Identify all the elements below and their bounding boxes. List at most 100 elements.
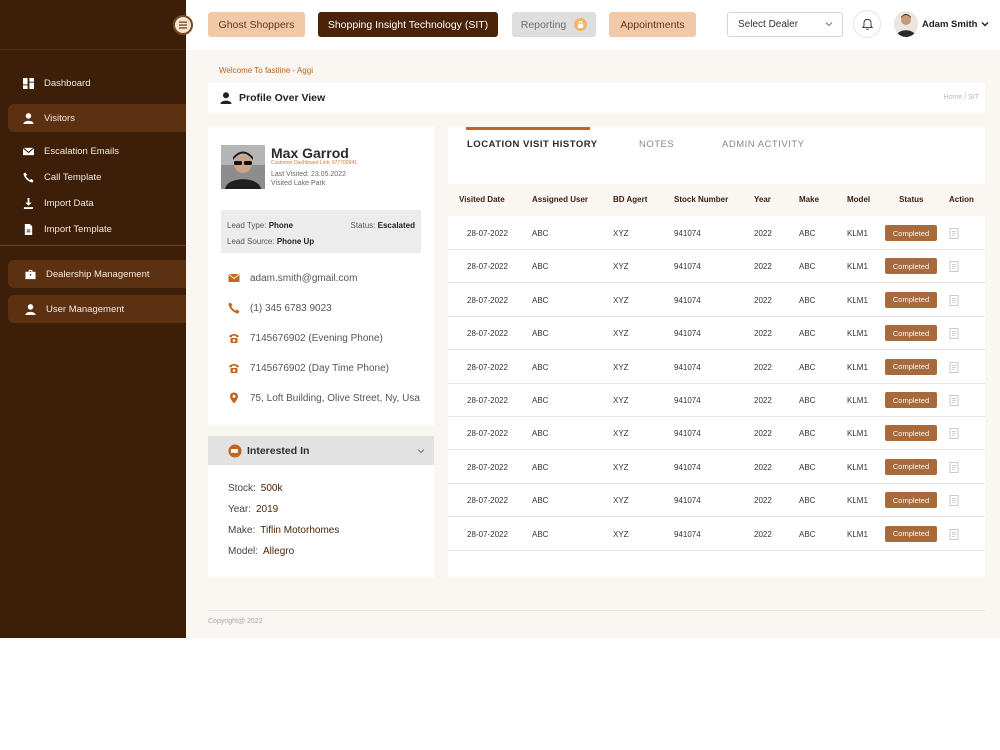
table-cell: 941074 [674, 362, 701, 372]
table-cell: ABC [532, 462, 549, 472]
tab-admin-activity[interactable]: ADMIN ACTIVITY [722, 139, 804, 150]
column-header: Action [949, 195, 974, 204]
table-cell: KLM1 [847, 396, 868, 405]
top-bar: Ghost Shoppers Shopping Insight Technolo… [186, 0, 1000, 50]
table-row: 28-07-2022 ABC XYZ 941074 2022 ABC KLM1 Complet… [448, 250, 985, 284]
table-cell: 28-07-2022 [467, 262, 508, 272]
sidebar-item-import-data[interactable]: Import Data [8, 190, 186, 216]
view-details-icon[interactable] [949, 528, 960, 540]
lead-info-box: Lead Type: Phone Status: Escalated Lead … [221, 210, 421, 253]
last-visited: Last Visited: 23.05.2022 [271, 171, 346, 178]
person-icon [220, 92, 232, 104]
breadcrumb[interactable]: Home / SIT [944, 94, 979, 101]
reporting-button[interactable]: Reporting [512, 12, 596, 37]
telephone-icon [227, 331, 241, 345]
status-badge: Completed [885, 392, 937, 408]
table-cell: KLM1 [847, 529, 868, 539]
table-row: 28-07-2022 ABC XYZ 941074 2022 ABC KLM1 Complet… [448, 417, 985, 451]
table-cell: 28-07-2022 [467, 462, 508, 472]
column-header: Assigned User [532, 195, 589, 204]
ghost-shoppers-button[interactable]: Ghost Shoppers [208, 12, 305, 37]
mail-icon [22, 145, 34, 157]
view-details-icon[interactable] [949, 495, 960, 507]
table-cell: 941074 [674, 229, 701, 238]
table-cell: ABC [532, 496, 549, 506]
visited-location: Visited Lake Park [271, 180, 326, 187]
sidebar-item-dealership-management[interactable]: Dealership Management [8, 260, 186, 288]
table-cell: KLM1 [847, 496, 868, 506]
status-badge: Completed [885, 458, 937, 475]
rv-icon [228, 444, 242, 457]
menu-toggle-button[interactable] [173, 15, 193, 35]
table-cell: ABC [532, 329, 549, 339]
table-row: 28-07-2022 ABC XYZ 941074 2022 ABC KLM1 Complet… [448, 317, 985, 351]
sidebar-item-visitors[interactable]: Visitors [8, 104, 186, 132]
table-cell: ABC [799, 362, 816, 372]
contact-phone: (1) 345 6783 9023 [227, 301, 332, 315]
sidebar-item-call-template[interactable]: Call Template [8, 164, 186, 190]
table-cell: KLM1 [847, 362, 868, 372]
customer-dashboard-link[interactable]: Customer Dashboard Link: 977700941 [271, 160, 357, 166]
user-menu[interactable]: Adam Smith [894, 11, 989, 37]
sidebar-nav: Dashboard Visitors Escalation Emails Cal… [0, 70, 186, 242]
table-cell: 28-07-2022 [467, 329, 508, 339]
view-details-icon[interactable] [949, 261, 960, 273]
interested-in-header[interactable]: Interested In [208, 436, 434, 465]
table-cell: XYZ [613, 262, 629, 272]
view-details-icon[interactable] [949, 428, 960, 440]
sidebar-item-escalation-emails[interactable]: Escalation Emails [8, 138, 186, 164]
table-cell: 941074 [674, 329, 701, 339]
visit-history-card: LOCATION VISIT HISTORY NOTES ADMIN ACTIV… [448, 127, 985, 577]
tab-bar: LOCATION VISIT HISTORY NOTES ADMIN ACTIV… [448, 127, 985, 167]
status-badge: Completed [885, 225, 937, 241]
column-header: Status [899, 195, 924, 204]
briefcase-icon [24, 268, 36, 280]
column-header: Stock Number [674, 195, 729, 204]
interest-make: Make: Tiflin Motorhomes [228, 525, 340, 536]
table-cell: 2022 [754, 496, 772, 506]
view-details-icon[interactable] [949, 361, 960, 373]
interest-year: Year: 2019 [228, 504, 279, 515]
chevron-down-icon [825, 22, 833, 27]
active-tab-indicator [466, 127, 590, 130]
view-details-icon[interactable] [949, 395, 960, 406]
view-details-icon[interactable] [949, 228, 960, 239]
view-details-icon[interactable] [949, 294, 960, 306]
sit-button[interactable]: Shopping Insight Technology (SIT) [318, 12, 498, 37]
column-header: Model [847, 195, 871, 204]
appointments-button[interactable]: Appointments [609, 12, 696, 37]
table-cell: 2022 [754, 362, 772, 372]
sidebar-item-import-template[interactable]: Import Template [8, 216, 186, 242]
view-details-icon[interactable] [949, 328, 960, 340]
table-cell: 2022 [754, 529, 772, 539]
tab-notes[interactable]: NOTES [639, 139, 674, 150]
table-row: 28-07-2022 ABC XYZ 941074 2022 ABC KLM1 Complet… [448, 284, 985, 317]
view-details-icon[interactable] [949, 461, 960, 473]
sidebar-item-dashboard[interactable]: Dashboard [8, 70, 186, 96]
app-window: Dashboard Visitors Escalation Emails Cal… [0, 0, 1000, 638]
reporting-label: Reporting [520, 18, 567, 31]
file-icon [22, 223, 34, 235]
sidebar-group-nav: Dealership Management User Management [0, 260, 186, 330]
table-cell: KLM1 [847, 295, 868, 305]
contact-day-phone: 7145676902 (Day Time Phone) [227, 361, 389, 375]
sidebar-item-label: Import Template [44, 223, 112, 235]
sidebar: Dashboard Visitors Escalation Emails Cal… [0, 0, 186, 638]
table-cell: 2022 [754, 429, 772, 439]
person-icon [24, 303, 36, 315]
tab-location-visit-history[interactable]: LOCATION VISIT HISTORY [467, 139, 598, 150]
page-title: Profile Over View [239, 92, 326, 104]
sidebar-item-label: Call Template [44, 171, 102, 183]
table-cell: XYZ [613, 229, 629, 238]
table-cell: XYZ [613, 496, 629, 506]
table-cell: 28-07-2022 [467, 229, 508, 238]
select-dealer-dropdown[interactable]: Select Dealer [727, 12, 843, 37]
table-cell: KLM1 [847, 462, 868, 472]
interested-in-card: Interested In Stock: 500k Year: 2019 Make:… [208, 436, 434, 577]
profile-photo [221, 145, 265, 189]
column-header: Make [799, 195, 820, 204]
table-cell: 941074 [674, 529, 701, 539]
notification-button[interactable] [853, 10, 881, 38]
sidebar-item-user-management[interactable]: User Management [8, 295, 186, 323]
table-cell: ABC [799, 496, 816, 506]
